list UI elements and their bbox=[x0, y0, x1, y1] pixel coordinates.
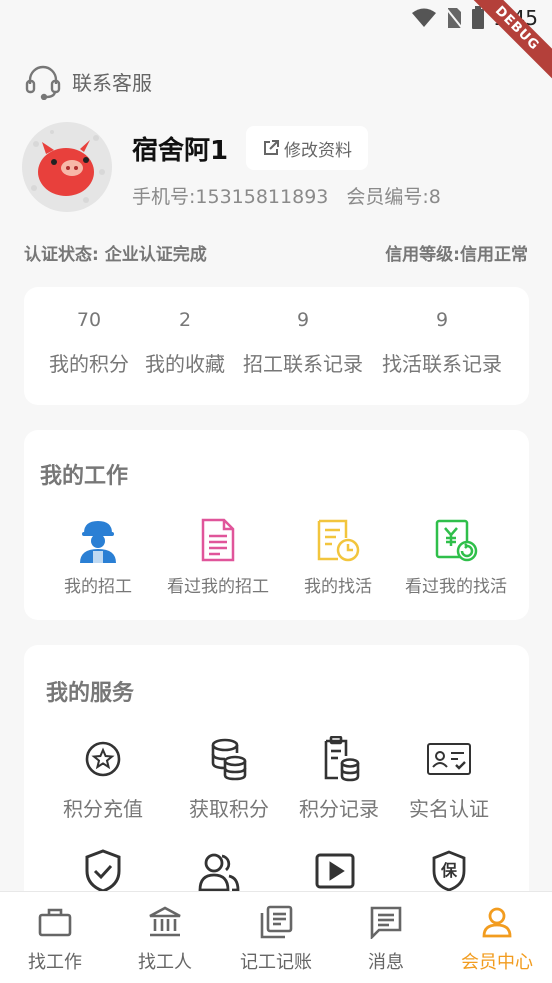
stat-label: 招工联系记录 bbox=[243, 352, 363, 376]
stat-value: 2 bbox=[178, 309, 192, 331]
stat-value: 9 bbox=[296, 309, 310, 331]
status-icons: 1:45 bbox=[411, 6, 538, 30]
battery-icon bbox=[471, 6, 485, 30]
clipboard-coins-icon bbox=[284, 735, 394, 783]
edit-profile-button[interactable]: 修改资料 bbox=[246, 126, 368, 170]
service-label: 积分记录 bbox=[299, 797, 379, 821]
document-icon bbox=[158, 516, 278, 564]
earn-points-item[interactable]: 获取积分 bbox=[174, 735, 284, 822]
id-card-icon bbox=[394, 735, 504, 783]
insurance-glyph: 保 bbox=[440, 861, 457, 880]
guarantee-item[interactable] bbox=[48, 847, 158, 895]
video-play-icon bbox=[280, 847, 390, 895]
stats-card: 70 我的积分 2 我的收藏 9 招工联系记录 9 找活联系记录 bbox=[24, 287, 529, 405]
tab-work-ledger[interactable]: 记工记账 bbox=[221, 904, 331, 974]
tab-member-center[interactable]: 会员中心 bbox=[442, 904, 552, 974]
clock: 1:45 bbox=[493, 6, 538, 30]
stat-hiring-contacts[interactable]: 9 招工联系记录 bbox=[238, 309, 368, 377]
team-item[interactable] bbox=[164, 847, 274, 895]
tile-label: 看过我的招工 bbox=[167, 577, 269, 597]
tab-messages[interactable]: 消息 bbox=[331, 904, 441, 974]
edit-profile-label: 修改资料 bbox=[284, 140, 352, 161]
tab-find-workers[interactable]: 找工人 bbox=[110, 904, 220, 974]
service-label: 积分充值 bbox=[63, 797, 143, 821]
my-services-title: 我的服务 bbox=[46, 681, 135, 706]
member-number: 会员编号:8 bbox=[346, 186, 441, 208]
star-coin-icon bbox=[48, 735, 158, 783]
viewed-my-hiring-item[interactable]: 看过我的招工 bbox=[158, 516, 278, 597]
message-icon bbox=[331, 904, 441, 940]
auth-status: 认证状态: 企业认证完成 bbox=[24, 245, 207, 265]
worker-icon bbox=[46, 516, 150, 564]
wifi-icon bbox=[411, 8, 437, 28]
my-work-title: 我的工作 bbox=[40, 464, 129, 489]
profile-section: 宿舍阿1 修改资料 手机号:15315811893 会员编号:8 bbox=[22, 122, 532, 212]
stat-value: 70 bbox=[76, 309, 102, 331]
insurance-item[interactable]: 保 bbox=[394, 847, 504, 895]
viewed-my-job-search-item[interactable]: 看过我的找活 bbox=[396, 516, 516, 597]
stat-points[interactable]: 70 我的积分 bbox=[46, 309, 132, 377]
users-icon bbox=[164, 847, 274, 895]
headset-icon bbox=[24, 62, 62, 100]
person-icon bbox=[442, 904, 552, 940]
tab-label: 记工记账 bbox=[240, 952, 312, 973]
points-recharge-item[interactable]: 积分充值 bbox=[48, 735, 158, 822]
stat-label: 我的收藏 bbox=[145, 352, 225, 376]
real-name-auth-item[interactable]: 实名认证 bbox=[394, 735, 504, 822]
shield-check-icon bbox=[48, 847, 158, 895]
money-refresh-icon bbox=[396, 516, 516, 564]
service-label: 获取积分 bbox=[189, 797, 269, 821]
username: 宿舍阿1 bbox=[132, 136, 229, 166]
points-record-item[interactable]: 积分记录 bbox=[284, 735, 394, 822]
my-services-card: 我的服务 积分充值 获取积分 积分记录 实名认证 保 bbox=[24, 645, 529, 905]
tile-label: 我的招工 bbox=[64, 577, 132, 597]
schedule-doc-icon bbox=[286, 516, 390, 564]
stat-label: 我的积分 bbox=[49, 352, 129, 376]
bottom-tab-bar: 找工作 找工人 记工记账 消息 会员中心 bbox=[0, 891, 552, 983]
account-status: 认证状态: 企业认证完成 信用等级:信用正常 bbox=[24, 240, 528, 265]
briefcase-icon bbox=[0, 904, 110, 940]
tile-label: 我的找活 bbox=[304, 577, 372, 597]
my-work-card: 我的工作 我的招工 看过我的招工 我的找活 看过我的找活 bbox=[24, 430, 529, 620]
tab-label: 消息 bbox=[368, 952, 404, 973]
tab-label: 找工作 bbox=[28, 952, 82, 973]
video-item[interactable] bbox=[280, 847, 390, 895]
coin-stack-icon bbox=[174, 735, 284, 783]
external-edit-icon bbox=[262, 139, 280, 157]
avatar[interactable] bbox=[22, 122, 112, 212]
service-label: 实名认证 bbox=[409, 797, 489, 821]
tile-label: 看过我的找活 bbox=[405, 577, 507, 597]
phone-number: 手机号:15315811893 bbox=[132, 186, 329, 208]
stat-job-contacts[interactable]: 9 找活联系记录 bbox=[377, 309, 507, 377]
bank-icon bbox=[110, 904, 220, 940]
tab-find-work[interactable]: 找工作 bbox=[0, 904, 110, 974]
insurance-icon: 保 bbox=[394, 847, 504, 895]
tab-label: 会员中心 bbox=[461, 952, 533, 973]
tab-label: 找工人 bbox=[138, 952, 192, 973]
credit-level: 信用等级:信用正常 bbox=[385, 245, 528, 265]
my-hiring-item[interactable]: 我的招工 bbox=[46, 516, 150, 597]
stat-favorites[interactable]: 2 我的收藏 bbox=[142, 309, 228, 377]
my-job-search-item[interactable]: 我的找活 bbox=[286, 516, 390, 597]
stat-value: 9 bbox=[435, 309, 449, 331]
profile-meta: 手机号:15315811893 会员编号:8 bbox=[132, 182, 441, 209]
notebook-icon bbox=[221, 904, 331, 940]
no-sim-icon bbox=[445, 7, 463, 29]
contact-service-link[interactable]: 联系客服 bbox=[24, 62, 152, 100]
status-bar: 1:45 DEBUG bbox=[0, 0, 552, 82]
contact-service-label: 联系客服 bbox=[72, 70, 152, 95]
stat-label: 找活联系记录 bbox=[382, 352, 502, 376]
